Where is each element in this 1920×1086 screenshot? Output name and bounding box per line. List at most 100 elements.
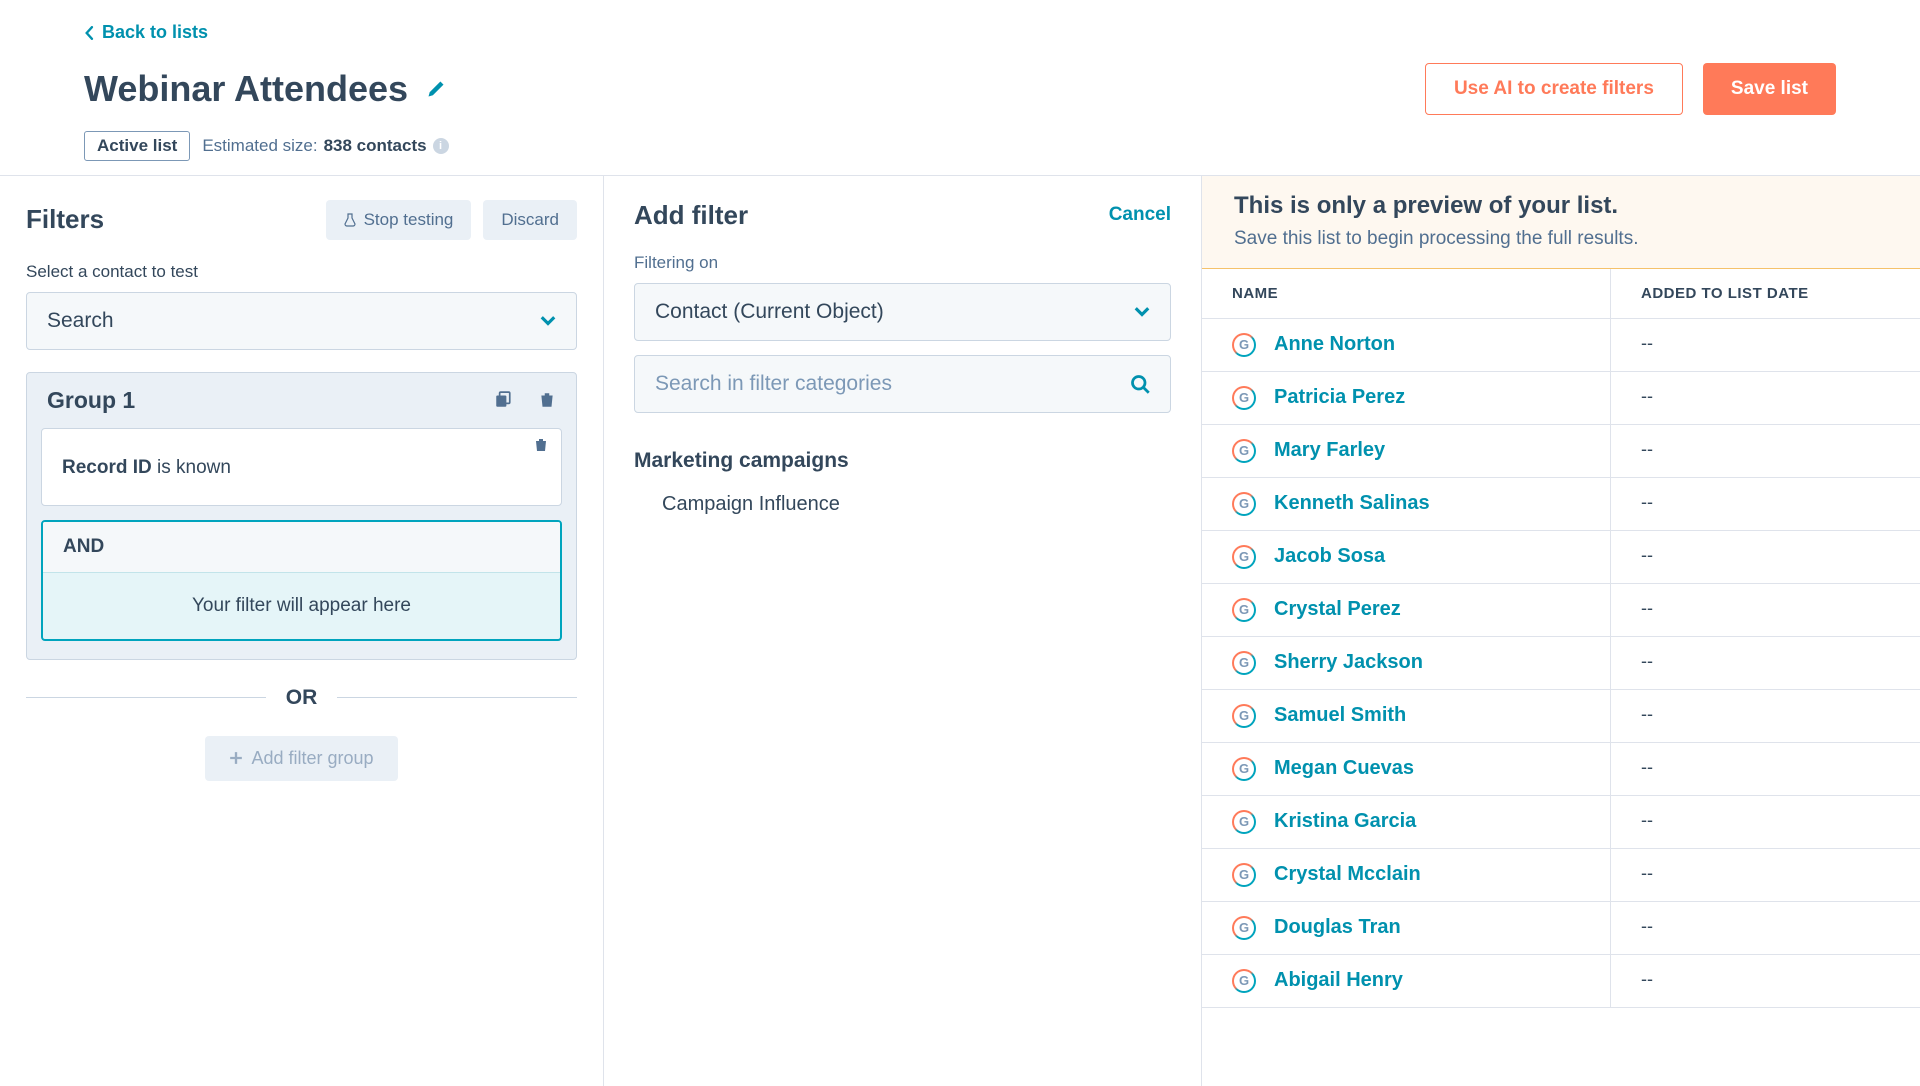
table-body: Anne Norton -- Patricia Perez -- Mary Fa…	[1202, 319, 1920, 1086]
contact-name-link[interactable]: Kristina Garcia	[1274, 810, 1416, 833]
contact-name-link[interactable]: Megan Cuevas	[1274, 757, 1414, 780]
stop-testing-button[interactable]: Stop testing	[326, 200, 472, 240]
category-item-campaign-influence[interactable]: Campaign Influence	[634, 473, 1171, 516]
clone-group-icon[interactable]	[494, 391, 512, 409]
col-header-name: NAME	[1202, 269, 1610, 318]
filters-panel: Filters Stop testing Discard Select a co…	[0, 176, 604, 1086]
added-date-cell: --	[1610, 902, 1920, 954]
table-row[interactable]: Crystal Perez --	[1202, 584, 1920, 637]
table-row[interactable]: Sherry Jackson --	[1202, 637, 1920, 690]
search-icon	[1130, 374, 1150, 394]
added-date-cell: --	[1610, 955, 1920, 1007]
avatar	[1232, 598, 1256, 622]
added-date-cell: --	[1610, 319, 1920, 371]
delete-rule-icon[interactable]	[533, 437, 549, 453]
caret-down-icon	[1134, 307, 1150, 317]
caret-down-icon	[540, 316, 556, 326]
added-date-cell: --	[1610, 796, 1920, 848]
category-heading: Marketing campaigns	[634, 449, 1171, 473]
table-header: NAME ADDED TO LIST DATE	[1202, 269, 1920, 319]
info-icon[interactable]: i	[433, 138, 449, 154]
add-filter-group-button[interactable]: Add filter group	[205, 736, 397, 781]
contact-name-link[interactable]: Abigail Henry	[1274, 969, 1403, 992]
or-divider: OR	[26, 686, 577, 710]
table-row[interactable]: Jacob Sosa --	[1202, 531, 1920, 584]
added-date-cell: --	[1610, 478, 1920, 530]
table-row[interactable]: Patricia Perez --	[1202, 372, 1920, 425]
table-row[interactable]: Samuel Smith --	[1202, 690, 1920, 743]
table-row[interactable]: Crystal Mcclain --	[1202, 849, 1920, 902]
filter-search-input[interactable]	[655, 372, 1130, 396]
contact-name-link[interactable]: Mary Farley	[1274, 439, 1385, 462]
avatar	[1232, 333, 1256, 357]
added-date-cell: --	[1610, 372, 1920, 424]
added-date-cell: --	[1610, 743, 1920, 795]
back-to-lists-link[interactable]: Back to lists	[84, 22, 208, 43]
banner-text: Save this list to begin processing the f…	[1234, 228, 1888, 250]
plus-icon	[229, 751, 243, 765]
added-date-cell: --	[1610, 690, 1920, 742]
select-contact-label: Select a contact to test	[26, 262, 577, 282]
edit-title-icon[interactable]	[426, 79, 446, 99]
and-filter-block: AND Your filter will appear here	[41, 520, 562, 641]
added-date-cell: --	[1610, 584, 1920, 636]
contact-name-link[interactable]: Douglas Tran	[1274, 916, 1401, 939]
contact-name-link[interactable]: Anne Norton	[1274, 333, 1395, 356]
filters-heading: Filters	[26, 204, 104, 235]
avatar	[1232, 439, 1256, 463]
table-row[interactable]: Megan Cuevas --	[1202, 743, 1920, 796]
contact-search-select[interactable]: Search	[26, 292, 577, 350]
added-date-cell: --	[1610, 425, 1920, 477]
avatar	[1232, 492, 1256, 516]
avatar	[1232, 863, 1256, 887]
contact-name-link[interactable]: Kenneth Salinas	[1274, 492, 1430, 515]
save-list-button[interactable]: Save list	[1703, 63, 1836, 115]
filtering-object-select[interactable]: Contact (Current Object)	[634, 283, 1171, 341]
avatar	[1232, 810, 1256, 834]
contact-name-link[interactable]: Crystal Perez	[1274, 598, 1401, 621]
table-row[interactable]: Mary Farley --	[1202, 425, 1920, 478]
table-row[interactable]: Kristina Garcia --	[1202, 796, 1920, 849]
filter-group-1: Group 1 Record ID is know	[26, 372, 577, 660]
flask-icon	[344, 213, 356, 227]
group-title: Group 1	[47, 387, 135, 414]
avatar	[1232, 704, 1256, 728]
page-title: Webinar Attendees	[84, 68, 408, 110]
chevron-left-icon	[84, 26, 94, 40]
col-header-date: ADDED TO LIST DATE	[1610, 269, 1920, 318]
added-date-cell: --	[1610, 637, 1920, 689]
delete-group-icon[interactable]	[538, 391, 556, 409]
and-label: AND	[43, 522, 560, 573]
contact-name-link[interactable]: Patricia Perez	[1274, 386, 1405, 409]
contact-name-link[interactable]: Samuel Smith	[1274, 704, 1406, 727]
avatar	[1232, 916, 1256, 940]
discard-button[interactable]: Discard	[483, 200, 577, 240]
filter-rule-1[interactable]: Record ID is known	[41, 428, 562, 506]
filter-category-search[interactable]	[634, 355, 1171, 413]
avatar	[1232, 386, 1256, 410]
filtering-on-label: Filtering on	[634, 253, 1171, 273]
contact-name-link[interactable]: Jacob Sosa	[1274, 545, 1385, 568]
added-date-cell: --	[1610, 531, 1920, 583]
contact-name-link[interactable]: Crystal Mcclain	[1274, 863, 1421, 886]
filter-placeholder-text: Your filter will appear here	[43, 573, 560, 639]
table-row[interactable]: Abigail Henry --	[1202, 955, 1920, 1008]
contact-name-link[interactable]: Sherry Jackson	[1274, 651, 1423, 674]
back-link-label: Back to lists	[102, 22, 208, 43]
avatar	[1232, 969, 1256, 993]
preview-panel: This is only a preview of your list. Sav…	[1202, 176, 1920, 1086]
cancel-link[interactable]: Cancel	[1109, 204, 1171, 226]
add-filter-heading: Add filter	[634, 200, 748, 231]
preview-banner: This is only a preview of your list. Sav…	[1202, 176, 1920, 269]
estimate-text: Estimated size: 838 contacts i	[202, 136, 448, 156]
table-row[interactable]: Douglas Tran --	[1202, 902, 1920, 955]
ai-filters-button[interactable]: Use AI to create filters	[1425, 63, 1683, 115]
banner-title: This is only a preview of your list.	[1234, 192, 1888, 220]
table-row[interactable]: Kenneth Salinas --	[1202, 478, 1920, 531]
table-row[interactable]: Anne Norton --	[1202, 319, 1920, 372]
avatar	[1232, 651, 1256, 675]
added-date-cell: --	[1610, 849, 1920, 901]
add-filter-panel: Add filter Cancel Filtering on Contact (…	[604, 176, 1202, 1086]
page-header: Back to lists Webinar Attendees Use AI t…	[0, 0, 1920, 176]
avatar	[1232, 545, 1256, 569]
